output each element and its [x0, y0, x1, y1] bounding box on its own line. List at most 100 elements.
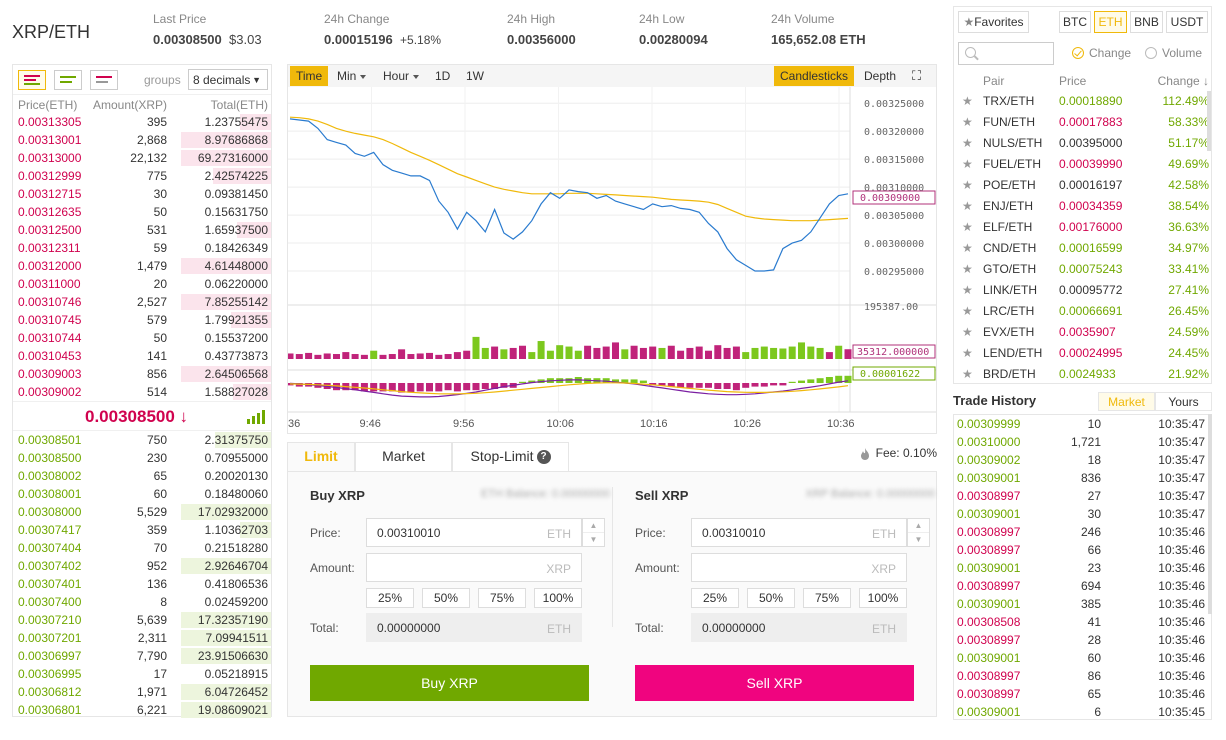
buy-percent-50[interactable]: 50% — [422, 588, 470, 608]
sell-percent-50[interactable]: 50% — [747, 588, 795, 608]
depth-button[interactable]: Depth — [858, 66, 902, 86]
bid-row[interactable]: 0.00307417 359 1.10362703 — [13, 521, 271, 539]
sell-percent-75[interactable]: 75% — [803, 588, 851, 608]
ask-row[interactable]: 0.00309003 856 2.64506568 — [13, 365, 271, 383]
buy-price-stepper[interactable]: ▲ ▼ — [582, 518, 605, 547]
market-row[interactable]: ★ LEND/ETH 0.00024995 24.45% — [954, 343, 1213, 364]
star-icon[interactable]: ★ — [962, 364, 973, 385]
interval-hour[interactable]: Hour — [377, 66, 425, 86]
bid-row[interactable]: 0.00308001 60 0.18480060 — [13, 485, 271, 503]
market-row[interactable]: ★ NULS/ETH 0.00395000 51.17% — [954, 133, 1213, 154]
buy-percent-100[interactable]: 100% — [534, 588, 582, 608]
bid-row[interactable]: 0.00307401 136 0.41806536 — [13, 575, 271, 593]
sell-amount-input[interactable]: XRP — [691, 553, 907, 582]
star-icon[interactable]: ★ — [962, 259, 973, 280]
price-chart[interactable]: 0.003250000.003200000.003150000.00310000… — [288, 87, 936, 433]
fullscreen-icon[interactable]: ⛶ — [906, 66, 927, 86]
buy-amount-input[interactable]: XRP — [366, 553, 582, 582]
buy-button[interactable]: Buy XRP — [310, 665, 589, 701]
quote-btc[interactable]: BTC — [1059, 11, 1091, 33]
ask-row[interactable]: 0.00312999 775 2.42574225 — [13, 167, 271, 185]
market-row[interactable]: ★ FUEL/ETH 0.00039990 49.69% — [954, 154, 1213, 175]
quote-bnb[interactable]: BNB — [1130, 11, 1163, 33]
tab-limit[interactable]: Limit — [287, 442, 355, 471]
col-pair[interactable]: Pair — [983, 74, 1004, 88]
star-icon[interactable]: ★ — [962, 112, 973, 133]
history-scrollbar[interactable] — [1208, 414, 1212, 614]
ask-row[interactable]: 0.00310745 579 1.79921355 — [13, 311, 271, 329]
bid-row[interactable]: 0.00307400 8 0.02459200 — [13, 593, 271, 611]
caret-up-icon[interactable]: ▲ — [908, 519, 929, 533]
tab-market[interactable]: Market — [355, 442, 452, 471]
sell-price-input[interactable]: 0.00310010 ETH — [691, 518, 907, 547]
buy-percent-25[interactable]: 25% — [366, 588, 414, 608]
ask-row[interactable]: 0.00309002 514 1.58827028 — [13, 383, 271, 401]
ask-row[interactable]: 0.00312635 50 0.15631750 — [13, 203, 271, 221]
bid-row[interactable]: 0.00306801 6,221 19.08609021 — [13, 701, 271, 719]
market-row[interactable]: ★ LRC/ETH 0.00066691 26.45% — [954, 301, 1213, 322]
interval-time[interactable]: Time — [290, 66, 329, 86]
market-row[interactable]: ★ EVX/ETH 0.0035907 24.59% — [954, 322, 1213, 343]
star-icon[interactable]: ★ — [962, 280, 973, 301]
quote-usdt[interactable]: USDT — [1166, 11, 1208, 33]
sell-button[interactable]: Sell XRP — [635, 665, 914, 701]
ask-row[interactable]: 0.00312311 59 0.18426349 — [13, 239, 271, 257]
market-row[interactable]: ★ POE/ETH 0.00016197 42.58% — [954, 175, 1213, 196]
buy-percent-75[interactable]: 75% — [478, 588, 526, 608]
ask-row[interactable]: 0.00312000 1,479 4.61448000 — [13, 257, 271, 275]
market-search-input[interactable] — [958, 42, 1054, 65]
star-icon[interactable]: ★ — [962, 238, 973, 259]
bid-row[interactable]: 0.00306997 7,790 23.91506630 — [13, 647, 271, 665]
star-icon[interactable]: ★ — [962, 154, 973, 175]
view-both-button[interactable] — [18, 70, 46, 90]
star-icon[interactable]: ★ — [962, 196, 973, 217]
caret-down-icon[interactable]: ▼ — [583, 533, 604, 547]
star-icon[interactable]: ★ — [962, 175, 973, 196]
buy-price-input[interactable]: 0.00310010 ETH — [366, 518, 582, 547]
quote-eth[interactable]: ETH — [1094, 11, 1127, 33]
bid-row[interactable]: 0.00308002 65 0.20020130 — [13, 467, 271, 485]
interval-1d[interactable]: 1D — [429, 66, 456, 86]
interval-1w[interactable]: 1W — [460, 66, 490, 86]
col-price[interactable]: Price — [1059, 74, 1086, 88]
sell-percent-100[interactable]: 100% — [859, 588, 907, 608]
market-row[interactable]: ★ LINK/ETH 0.00095772 27.41% — [954, 280, 1213, 301]
candlesticks-button[interactable]: Candlesticks — [774, 66, 855, 86]
view-bids-button[interactable] — [54, 70, 82, 90]
tab-stop-limit[interactable]: Stop-Limit? — [452, 442, 569, 471]
ask-row[interactable]: 0.00313000 22,132 69.27316000 — [13, 149, 271, 167]
market-row[interactable]: ★ TRX/ETH 0.00018890 112.49% — [954, 91, 1213, 112]
markets-scrollbar[interactable] — [1207, 91, 1211, 151]
ask-row[interactable]: 0.00310744 50 0.15537200 — [13, 329, 271, 347]
interval-min[interactable]: Min — [331, 66, 372, 86]
tab-history-market[interactable]: Market — [1098, 392, 1155, 411]
col-change[interactable]: Change ↓ — [1158, 74, 1209, 88]
ask-row[interactable]: 0.00310746 2,527 7.85255142 — [13, 293, 271, 311]
caret-down-icon[interactable]: ▼ — [908, 533, 929, 547]
groups-select[interactable]: 8 decimals ▼ — [188, 69, 268, 90]
bid-row[interactable]: 0.00308500 230 0.70955000 — [13, 449, 271, 467]
bid-row[interactable]: 0.00306995 17 0.05218915 — [13, 665, 271, 683]
favorites-button[interactable]: ★Favorites — [958, 11, 1029, 33]
view-asks-button[interactable] — [90, 70, 118, 90]
market-row[interactable]: ★ ENJ/ETH 0.00034359 38.54% — [954, 196, 1213, 217]
ask-row[interactable]: 0.00313001 2,868 8.97686868 — [13, 131, 271, 149]
bid-row[interactable]: 0.00306812 1,971 6.04726452 — [13, 683, 271, 701]
market-row[interactable]: ★ FUN/ETH 0.00017883 58.33% — [954, 112, 1213, 133]
ask-row[interactable]: 0.00311000 20 0.06220000 — [13, 275, 271, 293]
ask-row[interactable]: 0.00313305 395 1.23755475 — [13, 113, 271, 131]
market-row[interactable]: ★ BRD/ETH 0.0024933 21.92% — [954, 364, 1213, 385]
ask-row[interactable]: 0.00312715 30 0.09381450 — [13, 185, 271, 203]
bid-row[interactable]: 0.00307210 5,639 17.32357190 — [13, 611, 271, 629]
ask-row[interactable]: 0.00312500 531 1.65937500 — [13, 221, 271, 239]
bid-row[interactable]: 0.00308501 750 2.31375750 — [13, 431, 271, 449]
caret-up-icon[interactable]: ▲ — [583, 519, 604, 533]
bid-row[interactable]: 0.00307201 2,311 7.09941511 — [13, 629, 271, 647]
star-icon[interactable]: ★ — [962, 217, 973, 238]
ask-row[interactable]: 0.00310453 141 0.43773873 — [13, 347, 271, 365]
help-icon[interactable]: ? — [536, 450, 551, 465]
star-icon[interactable]: ★ — [962, 343, 973, 364]
sell-price-stepper[interactable]: ▲ ▼ — [907, 518, 930, 547]
market-row[interactable]: ★ GTO/ETH 0.00075243 33.41% — [954, 259, 1213, 280]
star-icon[interactable]: ★ — [962, 322, 973, 343]
